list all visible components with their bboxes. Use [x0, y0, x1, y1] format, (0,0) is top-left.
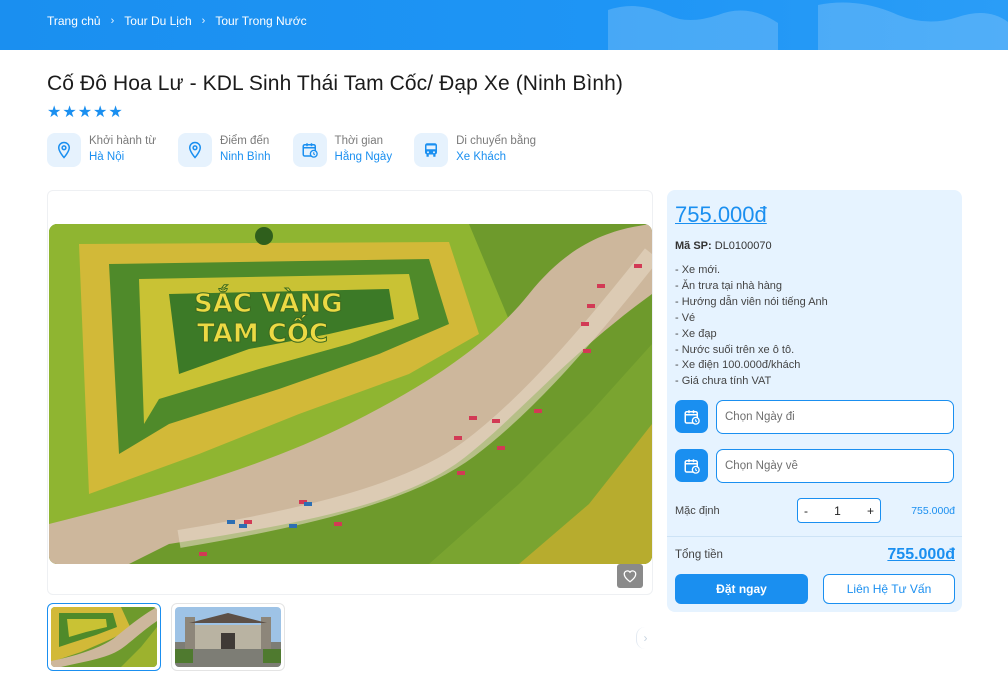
photo-text-line1: SẮC VÀNG — [194, 283, 343, 319]
top-header-bar: Trang chủ › Tour Du Lịch › Tour Trong Nư… — [0, 0, 1008, 50]
action-buttons: Đặt ngay Liên Hệ Tư Vấn — [675, 574, 955, 604]
depart-date-row — [675, 400, 954, 434]
breadcrumb-tour-trong-nuoc[interactable]: Tour Trong Nước — [215, 14, 306, 28]
info-departure: Khởi hành từ Hà Nội — [47, 133, 156, 167]
map-pin-icon — [178, 133, 213, 167]
quantity-price: 755.000đ — [911, 504, 955, 517]
gallery-next-arrow[interactable]: › — [636, 627, 654, 649]
breadcrumb: Trang chủ › Tour Du Lịch › Tour Trong Nư… — [47, 14, 307, 28]
feature-list: - Xe mới. - Ăn trưa tại nhà hàng - Hướng… — [675, 263, 828, 390]
list-item: - Hướng dẫn viên nói tiếng Anh — [675, 295, 828, 308]
sku-line: Mã SP: DL0100070 — [675, 240, 772, 252]
total-row: Tổng tiền 755.000đ — [675, 546, 955, 564]
quantity-minus-button[interactable]: - — [804, 504, 808, 518]
info-value: Ninh Bình — [220, 151, 271, 163]
info-destination: Điểm đến Ninh Bình — [178, 133, 271, 167]
world-map-decoration — [608, 2, 1008, 50]
contact-consult-button[interactable]: Liên Hệ Tư Vấn — [823, 574, 955, 604]
calendar-icon — [684, 458, 700, 474]
quantity-row: Mặc định - 1 + 755.000đ — [675, 498, 955, 523]
map-pin-icon — [47, 133, 81, 167]
star-icon: ★ — [93, 104, 108, 121]
chevron-right-icon: › — [110, 15, 115, 27]
list-item: - Xe mới. — [675, 264, 721, 276]
info-value: Xe Khách — [456, 151, 506, 163]
info-label: Thời gian — [334, 135, 384, 147]
photo-gallery: SẮC VÀNG TAM CỐC — [47, 190, 653, 595]
return-date-row — [675, 449, 954, 483]
tour-info-row: Khởi hành từ Hà Nội Điểm đến Ninh Bình T… — [47, 133, 536, 167]
quantity-stepper: - 1 + — [797, 498, 881, 523]
list-item: - Ăn trưa tại nhà hàng — [675, 279, 783, 292]
thumbnail-2[interactable] — [171, 603, 285, 671]
info-transport: Di chuyển bằng Xe Khách — [414, 133, 536, 167]
quantity-plus-button[interactable]: + — [867, 504, 874, 518]
list-item: - Xe điện 100.000đ/khách — [675, 359, 801, 372]
star-icon: ★ — [47, 104, 62, 121]
star-icon: ★ — [77, 104, 93, 121]
info-time: Thời gian Hằng Ngày — [292, 133, 393, 167]
list-item: - Vé — [675, 311, 696, 324]
depart-calendar-button[interactable] — [675, 400, 708, 433]
info-value: Hằng Ngày — [334, 151, 393, 163]
main-tour-photo[interactable]: SẮC VÀNG TAM CỐC — [49, 224, 652, 564]
total-label: Tổng tiền — [675, 549, 723, 561]
book-now-button[interactable]: Đặt ngay — [675, 574, 808, 604]
star-icon: ★ — [62, 104, 77, 121]
info-label: Điểm đến — [220, 135, 270, 147]
sku-value: DL0100070 — [714, 240, 772, 252]
breadcrumb-tour-du-lich[interactable]: Tour Du Lịch — [124, 14, 191, 28]
return-calendar-button[interactable] — [675, 449, 708, 482]
info-value: Hà Nội — [89, 151, 125, 163]
calendar-icon — [684, 409, 700, 425]
return-date-input[interactable] — [716, 449, 954, 483]
breadcrumb-home[interactable]: Trang chủ — [47, 14, 101, 28]
thumbnail-1[interactable] — [47, 603, 161, 671]
heart-icon — [623, 570, 637, 583]
booking-panel: 755.000đ Mã SP: DL0100070 - Xe mới. - Ăn… — [667, 190, 962, 612]
depart-date-input[interactable] — [716, 400, 954, 434]
info-label: Di chuyển bằng — [456, 135, 537, 147]
star-icon: ★ — [108, 104, 123, 121]
thumbnail-strip — [47, 603, 285, 671]
sku-label: Mã SP: — [675, 240, 712, 252]
photo-text-line2: TAM CỐC — [197, 313, 328, 349]
divider — [667, 536, 962, 537]
tour-price: 755.000đ — [675, 202, 767, 227]
page-title: Cố Đô Hoa Lư - KDL Sinh Thái Tam Cốc/ Đạ… — [47, 72, 624, 95]
favorite-heart-button[interactable] — [617, 564, 643, 588]
quantity-label: Mặc định — [675, 504, 720, 517]
rating-stars: ★ ★ ★ ★ ★ — [47, 105, 123, 121]
list-item: - Giá chưa tính VAT — [675, 375, 772, 388]
chevron-right-icon: › — [201, 15, 206, 27]
total-value: 755.000đ — [887, 546, 955, 563]
info-label: Khởi hành từ — [89, 135, 157, 147]
list-item: - Xe đạp — [675, 327, 717, 340]
calendar-clock-icon — [292, 133, 327, 167]
quantity-value[interactable]: 1 — [834, 504, 841, 518]
bus-icon — [414, 133, 449, 167]
list-item: - Nước suối trên xe ô tô. — [675, 343, 795, 356]
